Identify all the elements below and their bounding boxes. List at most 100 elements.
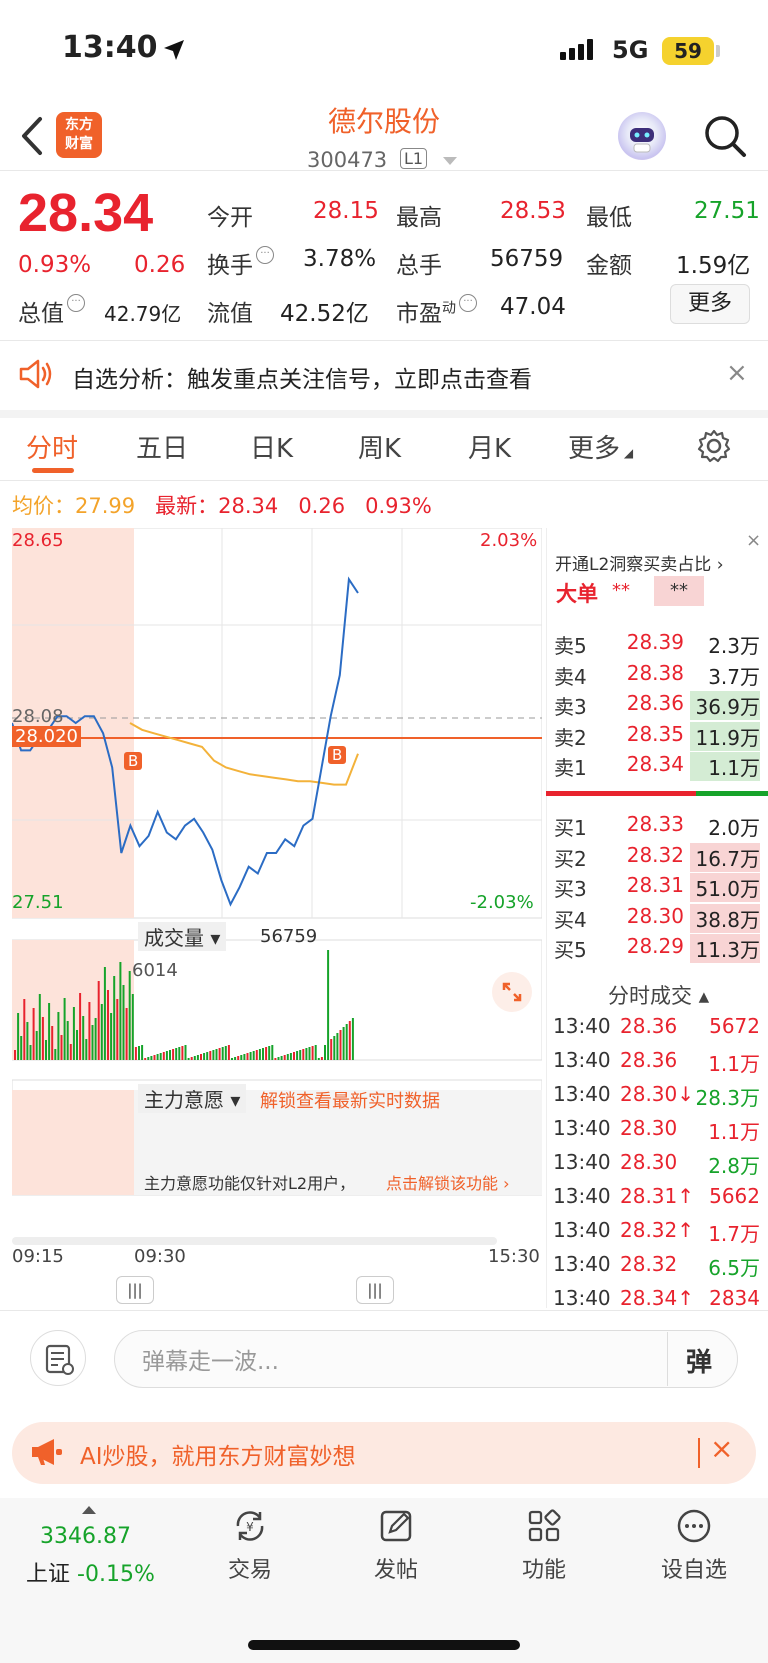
volume-selector[interactable]: 成交量 ▾ [138,922,227,951]
chevron-down-icon[interactable] [443,157,457,165]
volume-value: 56759 [490,246,564,272]
info-icon[interactable]: ··· [256,246,274,264]
danmu-list-icon[interactable] [30,1330,86,1386]
flow-unlock-link[interactable]: 解锁查看最新实时数据 [260,1087,440,1113]
gear-icon[interactable] [696,428,732,464]
battery-icon: 59 [662,37,714,65]
tab-weekly-k[interactable]: 周K [358,428,401,465]
tab-daily-k[interactable]: 日K [250,428,293,465]
nav-post[interactable]: 发帖 [346,1506,446,1584]
volume-bar [54,1049,57,1060]
volume-bar [150,1056,153,1060]
high-label: 最高 [396,205,442,231]
edit-icon [380,1510,412,1542]
robot-avatar-icon[interactable] [618,112,666,160]
nav-add-watchlist[interactable]: 设自选 [644,1506,744,1584]
info-icon[interactable]: ··· [459,294,477,312]
tick-time: 13:40 [553,1082,611,1106]
close-icon[interactable]: × [726,358,748,388]
index-value[interactable]: 3346.87 [40,1524,131,1549]
flow-label: 主力意愿 [144,1088,224,1112]
volume-bar [184,1045,187,1060]
volume-bar [277,1057,280,1060]
home-indicator [248,1640,520,1650]
volume-bar [320,1057,323,1060]
volume-bar [243,1054,246,1060]
ai-banner-separator [698,1438,700,1468]
close-icon[interactable]: × [710,1432,733,1465]
svg-text:¥: ¥ [246,1520,254,1534]
volume-bar [110,1013,113,1060]
tick-time: 13:40 [553,1184,611,1208]
quote-divider [0,340,768,341]
danmu-send-button[interactable]: 弹 [686,1342,712,1379]
expand-icon[interactable] [492,972,532,1012]
grid-icon [528,1509,561,1542]
tick-volume: 1.7万 [708,1222,760,1246]
flow-unlock-button[interactable]: 点击解锁该功能 › [386,1170,510,1194]
latest-pct: 0.93% [365,494,432,518]
volume-bar [305,1048,308,1060]
expand-up-icon[interactable] [82,1506,96,1514]
volume-bar [324,1045,326,1060]
volume-bar [317,1058,320,1060]
ask-volume: 3.7万 [708,664,760,689]
ai-banner-text[interactable]: AI炒股，就用东方财富妙想 [80,1437,356,1471]
volume-bar [94,1018,97,1060]
level-badge[interactable]: L1 [400,148,428,169]
ask-label: 卖3 [554,695,587,719]
volume-bar [345,1024,348,1060]
volume-bar [85,1039,88,1060]
close-icon[interactable]: × [746,530,761,551]
cursor-price-label: 28.020 [12,726,81,747]
volume-bar [215,1049,218,1060]
flow-unlock-text: 点击解锁该功能 [386,1174,499,1193]
tick-volume: 2.8万 [708,1154,760,1178]
tab-intraday[interactable]: 分时 [26,428,78,465]
float-label: 流值 [207,301,253,327]
tab-monthly-k[interactable]: 月K [468,428,511,465]
network-type: 5G [612,36,649,64]
search-icon[interactable] [702,113,748,159]
ticks-header[interactable]: 分时成交 ▴ [608,980,709,1010]
stock-code[interactable]: 300473 [307,148,387,172]
volume-bar [209,1051,212,1060]
tick-time: 13:40 [553,1286,611,1310]
tick-volume: 6.5万 [708,1256,760,1280]
volume-bar [227,1045,230,1060]
bid-label: 买5 [554,938,587,962]
ask-label: 卖2 [554,725,587,750]
buy-marker[interactable]: B [124,752,143,770]
tab-more[interactable]: 更多 ◢ [568,428,633,465]
x-label-start: 09:15 [12,1246,64,1267]
info-icon[interactable]: ··· [67,294,85,312]
ask-label: 卖1 [554,756,587,780]
volume-bar [91,1025,94,1060]
volume-bar [60,1035,63,1060]
intraday-chart[interactable] [12,528,542,1258]
bid-price: 28.30 [626,903,684,928]
volume-bar [289,1053,292,1060]
change-amount: 0.26 [134,252,186,278]
more-button[interactable]: 更多 [670,284,750,324]
index-row[interactable]: 上证 -0.15% [26,1556,155,1588]
trade-icon: ¥ [236,1511,264,1541]
range-track [12,1237,497,1245]
header-divider [0,170,768,171]
buy-marker[interactable]: B [328,746,347,764]
tab-five-day[interactable]: 五日 [136,428,188,465]
tick-price: 28.36 [620,1048,678,1072]
nav-functions[interactable]: 功能 [494,1506,594,1584]
range-handle-left[interactable]: ||| [116,1276,154,1304]
notice-text[interactable]: 自选分析：触发重点关注信号，立即点击查看 [72,360,532,394]
l2-upgrade-link[interactable]: 开通L2洞察买卖占比 › [555,550,724,575]
tick-price: 28.30↓ [620,1082,695,1106]
volume-bar [107,990,109,1060]
ask-ratio-bar [546,791,696,796]
nav-trade[interactable]: ¥ 交易 [200,1506,300,1584]
volume-bar [66,1021,69,1060]
flow-selector[interactable]: 主力意愿 ▾ [138,1084,247,1113]
range-handle-right[interactable]: ||| [356,1276,394,1304]
danmu-placeholder: 弹幕走一波... [142,1349,279,1375]
tick-time: 13:40 [553,1218,611,1242]
